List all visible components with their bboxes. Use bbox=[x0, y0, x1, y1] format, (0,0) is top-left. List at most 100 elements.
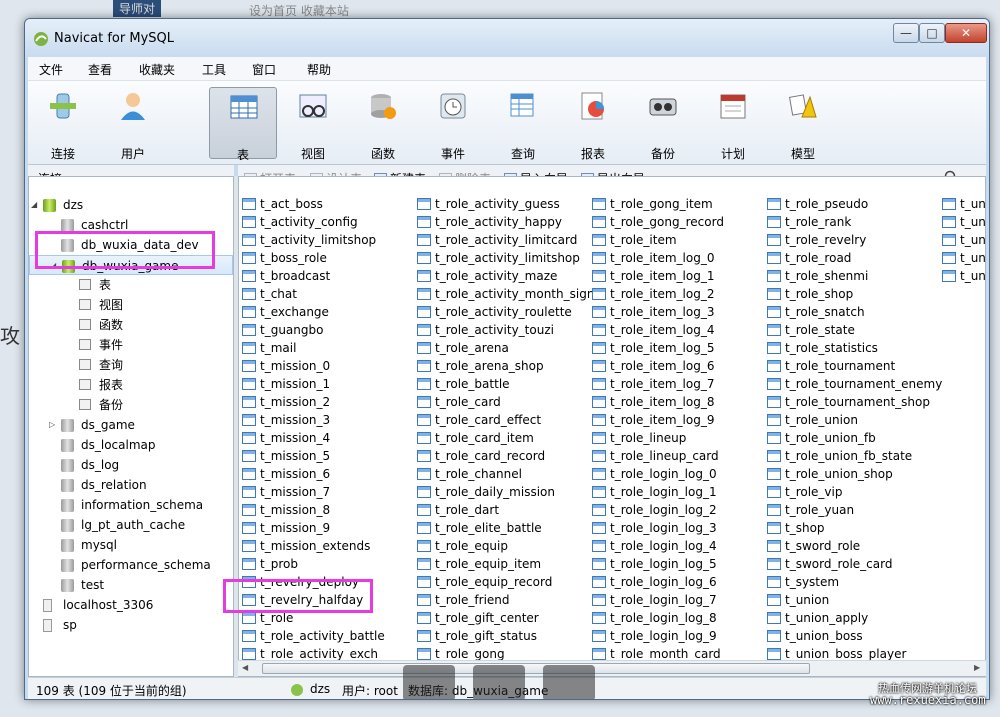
schedule-icon bbox=[720, 94, 746, 119]
menu-tools[interactable]: 工具 bbox=[202, 61, 226, 78]
table-icon bbox=[242, 378, 256, 390]
table-name: t_uni bbox=[960, 197, 986, 211]
tree-db-mysql[interactable]: mysql bbox=[29, 535, 233, 555]
table-name: t_role_activity_battle bbox=[260, 629, 385, 643]
toolbar-report[interactable]: 报表 bbox=[562, 87, 624, 161]
menu-file[interactable]: 文件 bbox=[39, 61, 63, 78]
tree-child-5[interactable]: 报表 bbox=[29, 375, 233, 395]
toolbar-table[interactable]: 表 bbox=[209, 87, 277, 162]
table-name: t_uni bbox=[960, 251, 986, 265]
table-icon bbox=[242, 306, 256, 318]
tree-child-0[interactable]: 表 bbox=[29, 275, 233, 295]
toolbar-view[interactable]: 视图 bbox=[282, 87, 344, 161]
table-icon bbox=[242, 558, 256, 570]
table-name: t_mission_7 bbox=[260, 485, 331, 499]
table-name: t_role_shenmi bbox=[785, 269, 869, 283]
toolbar-model[interactable]: 模型 bbox=[772, 87, 834, 161]
tree-child-1[interactable]: 视图 bbox=[29, 295, 233, 315]
expand-arrow-icon[interactable]: ▷ bbox=[49, 415, 55, 435]
table-name: t_uni bbox=[960, 269, 986, 283]
tree-db-ds-game[interactable]: ▷ ds_game bbox=[29, 415, 233, 435]
query-icon bbox=[79, 359, 91, 370]
table-name: t_role_activity_maze bbox=[435, 269, 558, 283]
overlay-button-2[interactable] bbox=[473, 665, 525, 699]
table-icon bbox=[767, 288, 781, 300]
tree-db-information-schema[interactable]: information_schema bbox=[29, 495, 233, 515]
toolbar-query[interactable]: 查询 bbox=[492, 87, 554, 161]
horizontal-scrollbar[interactable]: ◀ ▶ bbox=[238, 660, 986, 676]
toolbar-schedule[interactable]: 计划 bbox=[702, 87, 764, 161]
table-name: t_role_login_log_0 bbox=[610, 467, 717, 481]
table-name: t_uni bbox=[960, 215, 986, 229]
server-icon bbox=[43, 619, 52, 632]
tree-child-3[interactable]: 事件 bbox=[29, 335, 233, 355]
tree-root-dzs[interactable]: ◢ dzs bbox=[29, 195, 233, 215]
tree-label: ds_localmap bbox=[81, 438, 156, 452]
overlay-button-3[interactable] bbox=[543, 665, 595, 699]
table-name: t_role_item_log_9 bbox=[610, 413, 715, 427]
tree-db-performance-schema[interactable]: performance_schema bbox=[29, 555, 233, 575]
scroll-thumb[interactable] bbox=[262, 663, 810, 674]
tree-label: 报表 bbox=[99, 378, 124, 392]
table-icon bbox=[417, 522, 431, 534]
menu-help[interactable]: 帮助 bbox=[307, 61, 331, 78]
close-button[interactable]: ✕ bbox=[945, 23, 987, 43]
toolbar-backup[interactable]: 备份 bbox=[632, 87, 694, 161]
table-name: t_role_tournament_enemy bbox=[785, 377, 943, 391]
table-name: t_role_card_item bbox=[435, 431, 534, 445]
scroll-left-icon[interactable]: ◀ bbox=[242, 663, 248, 672]
overlay-button-1[interactable] bbox=[403, 665, 455, 699]
database-icon bbox=[61, 519, 74, 532]
table-icon bbox=[417, 342, 431, 354]
connect-button[interactable]: 连接 bbox=[32, 87, 94, 161]
tree-db-ds-log[interactable]: ds_log bbox=[29, 455, 233, 475]
table-icon bbox=[242, 540, 256, 552]
tree-child-4[interactable]: 查询 bbox=[29, 355, 233, 375]
table-name: t_system bbox=[785, 575, 840, 589]
table-icon bbox=[767, 414, 781, 426]
minimize-button[interactable]: — bbox=[893, 23, 919, 43]
server-icon bbox=[43, 599, 52, 612]
tree-child-6[interactable]: 备份 bbox=[29, 395, 233, 415]
tree-label: performance_schema bbox=[81, 558, 211, 572]
table-name: t_sword_role_card bbox=[785, 557, 893, 571]
menu-view[interactable]: 查看 bbox=[88, 61, 112, 78]
table-name: t_role_arena bbox=[435, 341, 509, 355]
menu-window[interactable]: 窗口 bbox=[252, 61, 276, 78]
table-name: t_prob bbox=[260, 557, 298, 571]
maximize-button[interactable]: □ bbox=[919, 23, 945, 43]
user-button[interactable]: 用户 bbox=[102, 87, 164, 161]
table-name: t_broadcast bbox=[260, 269, 331, 283]
tree-db-test[interactable]: test bbox=[29, 575, 233, 595]
tree-db-ds-localmap[interactable]: ds_localmap bbox=[29, 435, 233, 455]
tree-child-2[interactable]: 函数 bbox=[29, 315, 233, 335]
tree-db-ds-relation[interactable]: ds_relation bbox=[29, 475, 233, 495]
table-icon bbox=[417, 540, 431, 552]
expand-arrow-icon[interactable]: ◢ bbox=[31, 195, 37, 215]
table-name: t_role_login_log_4 bbox=[610, 539, 717, 553]
table-name: t_mission_2 bbox=[260, 395, 331, 409]
highlight-box-database bbox=[35, 231, 215, 269]
table-name: t_role_tournament_shop bbox=[785, 395, 930, 409]
tree-label: localhost_3306 bbox=[63, 598, 154, 612]
tree-label: 查询 bbox=[99, 358, 124, 372]
toolbar-event[interactable]: 事件 bbox=[422, 87, 484, 161]
tree-db-lg-pt-auth-cache[interactable]: lg_pt_auth_cache bbox=[29, 515, 233, 535]
table-name: t_role_gong_item bbox=[610, 197, 713, 211]
table-name: t_role_daily_mission bbox=[435, 485, 555, 499]
table-name: t_role_card_record bbox=[435, 449, 546, 463]
table-icon bbox=[942, 234, 956, 246]
database-icon bbox=[61, 559, 74, 572]
toolbar-function[interactable]: 函数 bbox=[352, 87, 414, 161]
table-name: t_role_item_log_1 bbox=[610, 269, 715, 283]
table-name: t_role_item_log_3 bbox=[610, 305, 715, 319]
table-icon bbox=[592, 630, 606, 642]
tree-connection-localhost-3306[interactable]: localhost_3306 bbox=[29, 595, 233, 615]
table-icon bbox=[767, 612, 781, 624]
tree-label: ds_game bbox=[81, 418, 135, 432]
table-icon bbox=[230, 95, 258, 119]
tree-connection-sp[interactable]: sp bbox=[29, 615, 233, 635]
scroll-right-icon[interactable]: ▶ bbox=[974, 663, 980, 672]
menu-favorites[interactable]: 收藏夹 bbox=[139, 61, 175, 78]
table-name: t_role_gong_record bbox=[610, 215, 724, 229]
